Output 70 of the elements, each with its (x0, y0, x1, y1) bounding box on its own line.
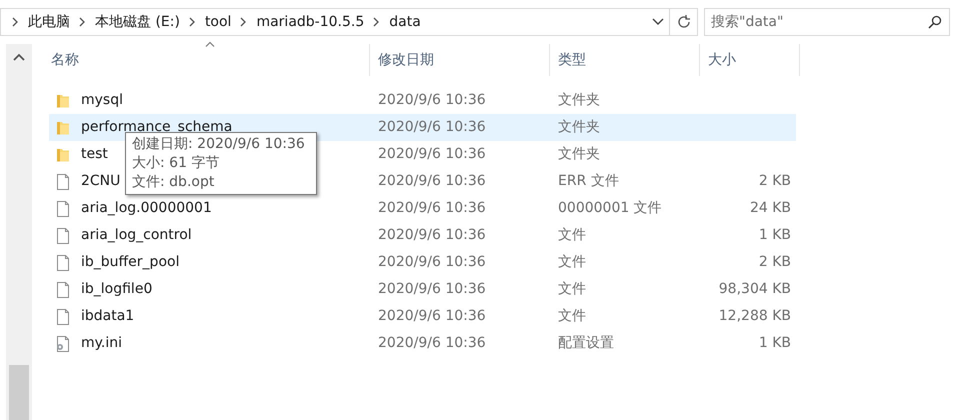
folder-icon (56, 146, 70, 162)
tooltip-line: 大小: 61 字节 (132, 154, 220, 173)
breadcrumb-item[interactable]: tool (204, 12, 232, 32)
modified-date: 2020/9/6 10:36 (378, 281, 486, 297)
scrollbar[interactable] (6, 44, 32, 420)
file-type: 文件 (558, 308, 586, 324)
file-type: 文件夹 (558, 119, 600, 135)
folder-icon (56, 92, 70, 108)
modified-date: 2020/9/6 10:36 (378, 227, 486, 243)
file-size: 24 KB (750, 200, 791, 216)
column-header[interactable]: 大小 (700, 44, 800, 76)
file-size: 98,304 KB (718, 281, 791, 297)
chevron-down-icon (652, 18, 664, 26)
column-header[interactable]: 修改日期 (370, 44, 550, 76)
file-icon (56, 308, 70, 324)
settings-file-icon (56, 336, 70, 352)
file-icon (56, 282, 70, 298)
file-name: aria_log.00000001 (81, 199, 212, 218)
modified-date: 2020/9/6 10:36 (378, 254, 486, 270)
file-type: 文件 (558, 227, 586, 243)
file-name: test (81, 145, 108, 164)
file-size: 2 KB (758, 173, 791, 189)
breadcrumb-item[interactable]: mariadb-10.5.5 (256, 12, 364, 32)
file-icon (56, 200, 70, 216)
file-type: 文件 (558, 281, 586, 297)
file-name: performance_schema (81, 118, 232, 136)
file-size: 12,288 KB (718, 308, 791, 324)
modified-date: 2020/9/6 10:36 (378, 119, 486, 135)
chevron-right-icon[interactable] (12, 17, 19, 27)
file-type: 00000001 文件 (558, 200, 662, 216)
file-size: 1 KB (758, 335, 791, 351)
column-header[interactable]: 名称 (49, 44, 370, 76)
file-name: mysql (81, 91, 123, 110)
file-type: 配置设置 (558, 335, 614, 351)
chevron-right-icon[interactable] (373, 17, 380, 27)
file-icon (56, 174, 70, 190)
breadcrumb-item[interactable]: data (389, 12, 421, 32)
column-header[interactable]: 类型 (550, 44, 700, 76)
modified-date: 2020/9/6 10:36 (378, 146, 486, 162)
file-name: ib_buffer_pool (81, 253, 180, 272)
file-name: ibdata1 (81, 307, 134, 326)
file-size: 2 KB (758, 254, 791, 270)
modified-date: 2020/9/6 10:36 (378, 335, 486, 351)
chevron-right-icon[interactable] (240, 17, 248, 27)
modified-date: 2020/9/6 10:36 (378, 308, 486, 324)
scrollbar-thumb[interactable] (9, 365, 29, 420)
chevron-right-icon[interactable] (188, 17, 196, 27)
file-type: 文件 (558, 254, 586, 270)
file-icon (56, 228, 70, 244)
refresh-icon (676, 14, 692, 30)
file-name: 2CNU (81, 172, 120, 191)
address-bar[interactable]: 此电脑 本地磁盘 (E:) tool mariadb-10.5.5 data (0, 8, 698, 36)
file-name: my.ini (81, 334, 122, 353)
modified-date: 2020/9/6 10:36 (378, 200, 486, 216)
modified-date: 2020/9/6 10:36 (378, 173, 486, 189)
breadcrumb-item[interactable]: 此电脑 (28, 12, 70, 32)
modified-date: 2020/9/6 10:36 (378, 92, 486, 108)
breadcrumb-item[interactable]: 本地磁盘 (E:) (95, 12, 180, 32)
file-type: ERR 文件 (558, 173, 619, 189)
file-icon (56, 254, 70, 270)
file-size: 1 KB (758, 227, 791, 243)
search-field[interactable]: 搜索"data" (704, 8, 950, 36)
file-name: aria_log_control (81, 226, 192, 245)
search-icon (928, 15, 942, 29)
folder-icon (56, 120, 70, 136)
tooltip-line: 文件: db.opt (132, 173, 216, 192)
file-type: 文件夹 (558, 92, 600, 108)
chevron-right-icon[interactable] (79, 17, 86, 27)
file-type: 文件夹 (558, 146, 600, 162)
file-name: ib_logfile0 (81, 280, 152, 299)
